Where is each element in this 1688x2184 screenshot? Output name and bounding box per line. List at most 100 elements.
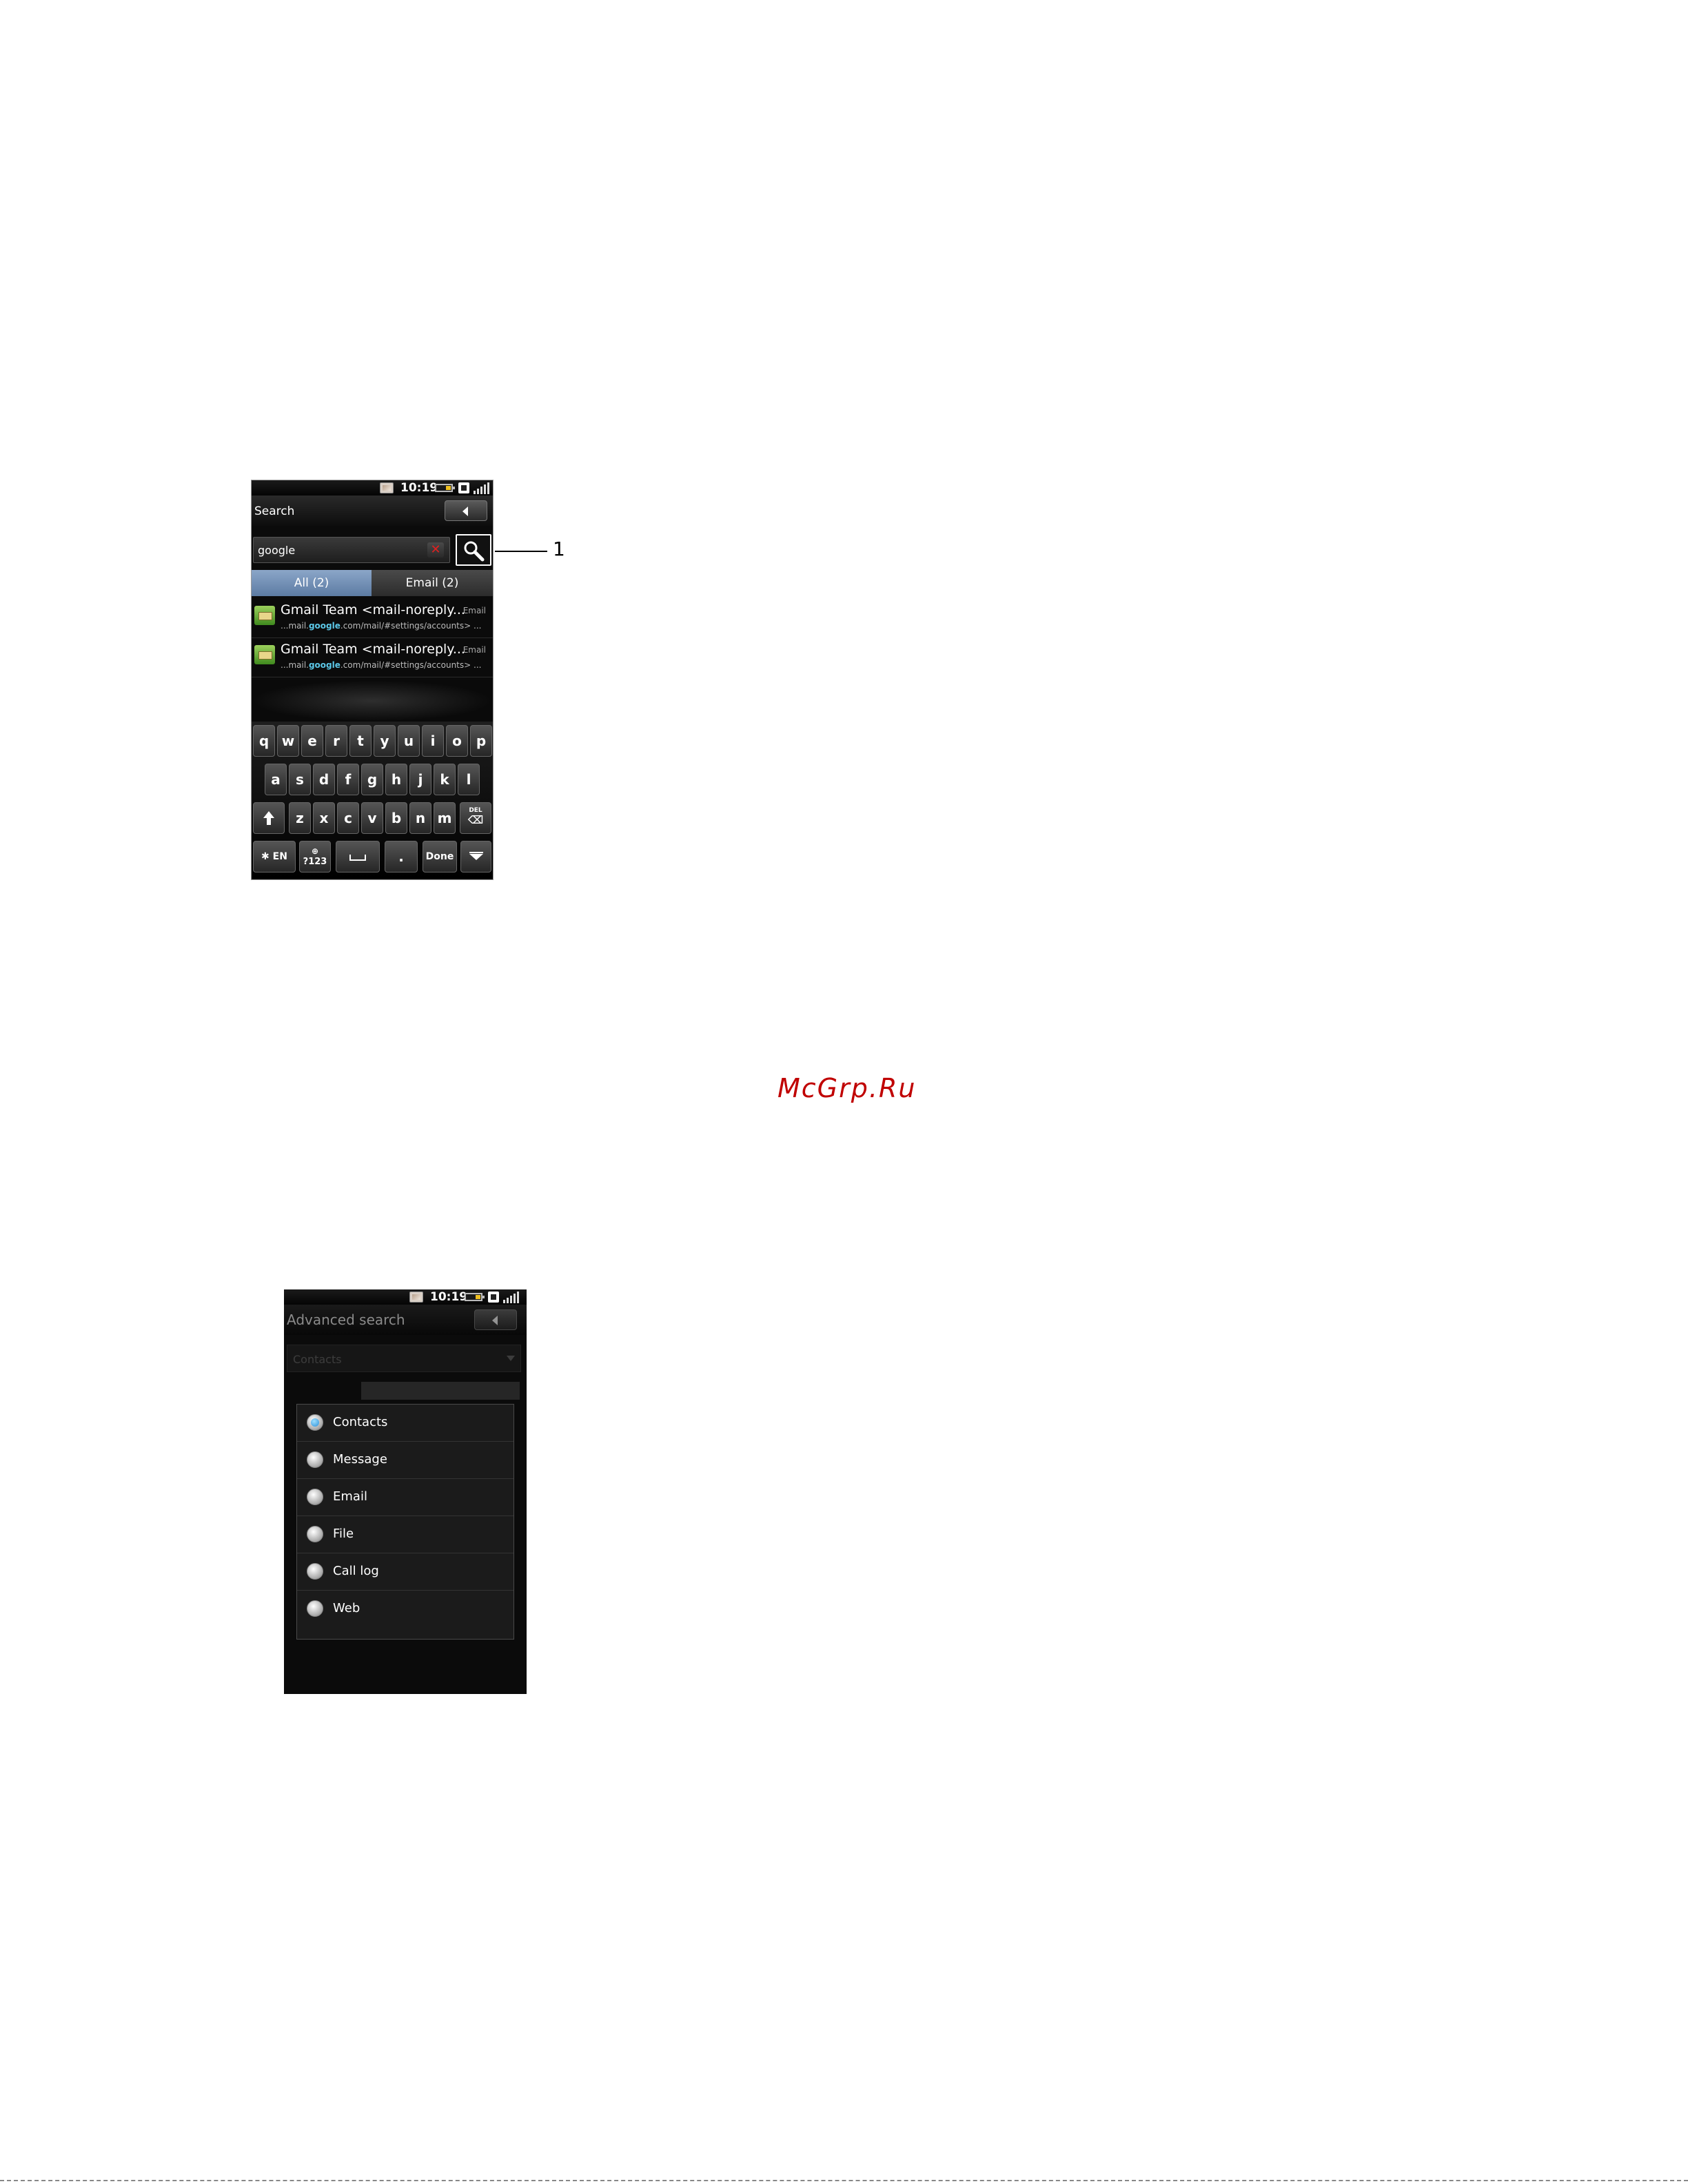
result-snippet: ...mail.google.com/mail/#settings/accoun… [281,660,482,670]
period-key[interactable]: . [385,841,418,872]
chevron-down-icon [507,1356,515,1361]
key-x[interactable]: x [313,802,335,834]
email-icon [254,606,275,625]
result-type: Email [462,645,486,655]
search-type-dialog: Contacts Message Email File Call log Web [296,1404,514,1640]
radio-selected-icon [307,1414,323,1431]
globe-icon: ⊕ [311,846,319,856]
battery-icon [465,1293,485,1301]
key-e[interactable]: e [301,725,323,757]
dimmed-form: Contacts [284,1345,527,1400]
option-call-log[interactable]: Call log [297,1553,513,1591]
key-a[interactable]: a [265,764,287,795]
hide-keyboard-key[interactable] [460,841,491,872]
key-n[interactable]: n [409,802,431,834]
option-label: File [333,1527,354,1541]
key-k[interactable]: k [434,764,456,795]
key-i[interactable]: i [422,725,444,757]
list-item[interactable]: Gmail Team <mail-noreply... Email ...mai… [252,638,493,677]
option-web[interactable]: Web [297,1591,513,1627]
result-tabs: All (2) Email (2) [252,570,493,596]
space-key[interactable] [336,841,380,872]
backspace-icon: ⌫ [467,813,484,826]
key-b[interactable]: b [385,802,407,834]
key-m[interactable]: m [434,802,456,834]
status-clock: 10:19 [400,481,438,495]
option-label: Web [333,1601,360,1615]
key-p[interactable]: p [470,725,492,757]
gear-icon: ✱ [261,851,270,862]
status-bar: 10:19 [252,480,493,496]
search-button[interactable] [456,534,491,566]
advanced-search-screen: 10:19 Advanced search Contacts Contacts … [284,1289,527,1694]
search-query: google [258,544,296,557]
key-t[interactable]: t [349,725,372,757]
chevron-down-icon [469,852,483,860]
option-file[interactable]: File [297,1516,513,1553]
results-empty-area [252,680,493,722]
title-bar: Advanced search [284,1305,527,1335]
shift-key[interactable] [253,802,285,834]
watermark: McGrp.Ru [777,1073,917,1103]
radio-icon [307,1600,323,1617]
key-o[interactable]: o [446,725,468,757]
key-j[interactable]: j [409,764,431,795]
result-title: Gmail Team <mail-noreply... [281,602,465,618]
key-d[interactable]: d [313,764,335,795]
language-label: EN [272,851,287,862]
key-z[interactable]: z [289,802,311,834]
key-s[interactable]: s [289,764,311,795]
search-type-value: Contacts [293,1353,342,1366]
title-bar: Search [252,496,493,526]
name-field[interactable] [361,1382,520,1400]
key-f[interactable]: f [337,764,359,795]
key-c[interactable]: c [337,802,359,834]
radio-icon [307,1451,323,1468]
picture-notification-icon [409,1292,423,1303]
option-email[interactable]: Email [297,1479,513,1516]
tab-all[interactable]: All (2) [252,570,372,596]
key-g[interactable]: g [361,764,383,795]
search-screen: 10:19 Search google ✕ All (2) Email (2) … [251,480,494,880]
result-type: Email [462,606,486,615]
key-v[interactable]: v [361,802,383,834]
key-r[interactable]: r [325,725,347,757]
radio-icon [307,1563,323,1580]
key-l[interactable]: l [458,764,480,795]
done-key[interactable]: Done [423,841,457,872]
status-bar: 10:19 [284,1289,527,1305]
key-y[interactable]: y [374,725,396,757]
page-title: Search [254,504,295,518]
page-bottom-rule [0,2180,1688,2183]
search-type-combo[interactable]: Contacts [287,1345,521,1372]
sd-card-icon [488,1292,499,1303]
space-bar-icon [349,855,366,861]
option-label: Message [333,1452,387,1467]
key-q[interactable]: q [253,725,275,757]
key-w[interactable]: w [277,725,299,757]
result-title: Gmail Team <mail-noreply... [281,642,465,657]
option-message[interactable]: Message [297,1442,513,1479]
tab-email[interactable]: Email (2) [372,570,493,596]
language-key[interactable]: ✱ EN [253,841,296,872]
soft-keyboard: q w e r t y u i o p a s d f g h j k l z … [252,722,493,879]
numbers-key-label: ?123 [303,857,327,867]
email-icon [254,645,275,664]
callout-number: 1 [553,538,565,560]
clear-icon[interactable]: ✕ [427,542,444,558]
option-contacts[interactable]: Contacts [297,1405,513,1442]
status-clock: 10:19 [430,1290,468,1304]
back-button[interactable] [474,1309,517,1330]
signal-icon [503,1292,520,1303]
search-icon [464,541,485,562]
signal-icon [474,482,490,494]
back-button[interactable] [445,500,487,521]
delete-key[interactable]: DEL ⌫ [460,802,491,834]
list-item[interactable]: Gmail Team <mail-noreply... Email ...mai… [252,599,493,638]
key-h[interactable]: h [385,764,407,795]
key-u[interactable]: u [398,725,420,757]
radio-icon [307,1489,323,1505]
search-input[interactable]: google ✕ [253,537,450,563]
option-label: Call log [333,1564,379,1578]
numbers-key[interactable]: ⊕ ?123 [299,841,331,872]
